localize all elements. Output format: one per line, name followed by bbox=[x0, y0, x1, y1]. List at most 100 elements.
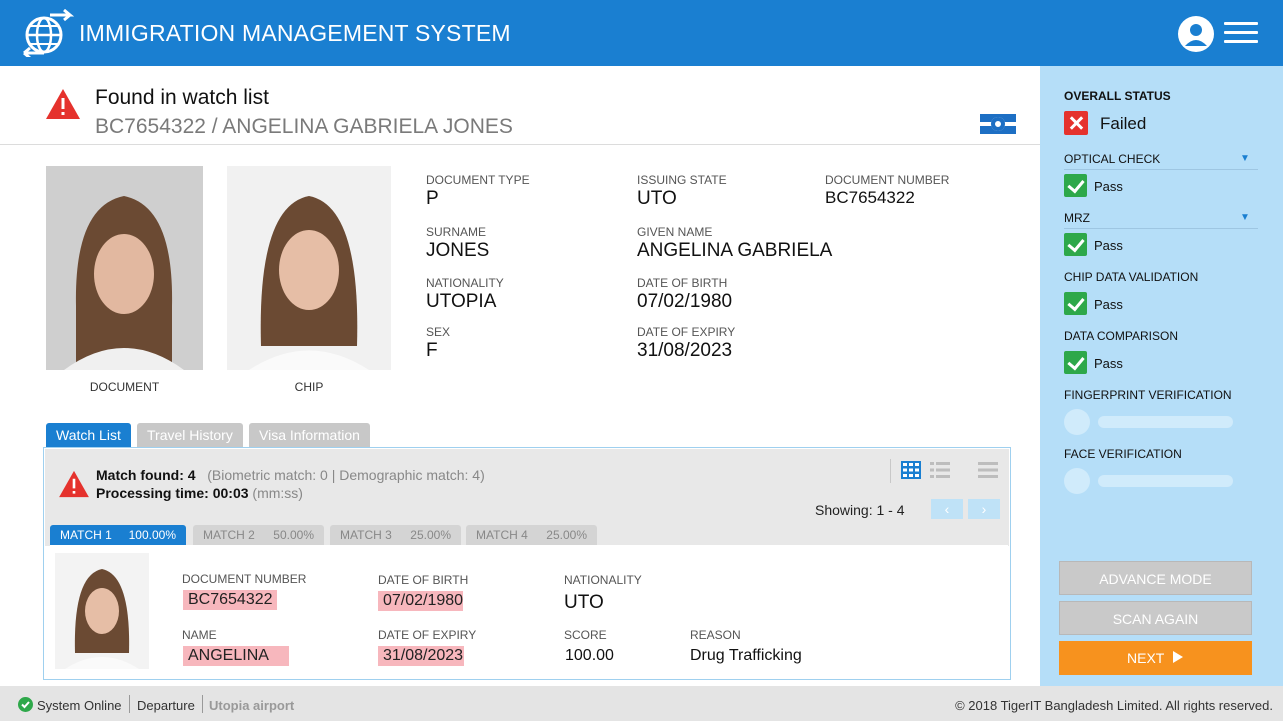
match-doc-number: BC7654322 bbox=[183, 590, 277, 610]
optical-check-pass-icon bbox=[1064, 174, 1087, 197]
match-tab-1-percent: 100.00% bbox=[128, 528, 176, 542]
match-tab-3-percent: 25.00% bbox=[410, 528, 451, 542]
match-breakdown: (Biometric match: 0 | Demographic match:… bbox=[207, 467, 485, 483]
data-comparison-result: Pass bbox=[1094, 356, 1123, 371]
match-tab-1-name: MATCH 1 bbox=[60, 528, 112, 542]
match-dob: 07/02/1980 bbox=[378, 591, 463, 611]
advance-mode-button[interactable]: ADVANCE MODE bbox=[1059, 561, 1252, 595]
mrz-separator bbox=[1064, 228, 1258, 229]
match-score-label: SCORE bbox=[564, 628, 607, 642]
match-reason-label: REASON bbox=[690, 628, 741, 642]
fail-icon bbox=[1064, 111, 1088, 135]
optical-check-label: OPTICAL CHECK bbox=[1064, 152, 1161, 166]
app-header: IMMIGRATION MANAGEMENT SYSTEM bbox=[0, 0, 1283, 66]
alert-title: Found in watch list bbox=[95, 86, 269, 109]
field-label-given-name: GIVEN NAME bbox=[637, 225, 713, 239]
match-warning-icon bbox=[59, 470, 89, 498]
next-page-button[interactable]: › bbox=[968, 499, 1000, 519]
match-found-value: 4 bbox=[187, 467, 196, 483]
field-label-document-type: DOCUMENT TYPE bbox=[426, 173, 530, 187]
scan-again-button[interactable]: SCAN AGAIN bbox=[1059, 601, 1252, 635]
travel-mode: Departure bbox=[137, 698, 195, 713]
chip-photo-label: CHIP bbox=[294, 380, 324, 394]
field-label-nationality: NATIONALITY bbox=[426, 276, 504, 290]
system-status: System Online bbox=[37, 698, 122, 713]
prev-page-button[interactable]: ‹ bbox=[931, 499, 963, 519]
mrz-label: MRZ bbox=[1064, 211, 1090, 225]
processing-label: Processing time: bbox=[96, 485, 209, 501]
next-button[interactable]: NEXT bbox=[1059, 641, 1252, 675]
chip-data-validation-result: Pass bbox=[1094, 297, 1123, 312]
match-tab-3-name: MATCH 3 bbox=[340, 528, 392, 542]
fingerprint-pending-icon bbox=[1064, 409, 1090, 435]
fingerprint-verification-label: FINGERPRINT VERIFICATION bbox=[1064, 388, 1232, 402]
play-icon bbox=[1172, 651, 1183, 663]
field-value-sex: F bbox=[426, 340, 438, 361]
field-label-surname: SURNAME bbox=[426, 225, 487, 239]
hamburger-icon[interactable] bbox=[1224, 22, 1258, 44]
processing-unit: (mm:ss) bbox=[252, 485, 303, 501]
match-tab-1[interactable]: MATCH 1 100.00% bbox=[50, 525, 186, 545]
status-bar: System Online Departure Utopia airport ©… bbox=[0, 686, 1283, 721]
overall-status-value: Failed bbox=[1100, 114, 1147, 133]
field-label-sex: SEX bbox=[426, 325, 451, 339]
location: Utopia airport bbox=[209, 698, 295, 713]
field-value-document-type: P bbox=[426, 188, 439, 209]
online-check-icon bbox=[18, 697, 33, 712]
overall-status-label: OVERALL STATUS bbox=[1064, 89, 1171, 103]
processing-value: 00:03 bbox=[212, 485, 249, 501]
match-tab-4-name: MATCH 4 bbox=[476, 528, 528, 542]
tab-watch-list[interactable]: Watch List bbox=[46, 423, 131, 447]
field-value-document-number: BC7654322 bbox=[825, 188, 915, 207]
compact-view-icon[interactable] bbox=[978, 461, 998, 479]
view-separator bbox=[890, 459, 891, 483]
app-title: IMMIGRATION MANAGEMENT SYSTEM bbox=[79, 20, 511, 46]
next-button-label: NEXT bbox=[1127, 650, 1165, 666]
match-name: ANGELINA bbox=[183, 646, 289, 666]
chip-data-validation-pass-icon bbox=[1064, 292, 1087, 315]
tab-visa-information[interactable]: Visa Information bbox=[249, 423, 370, 447]
footer-separator-2 bbox=[202, 695, 203, 713]
match-doc-number-label: DOCUMENT NUMBER bbox=[182, 572, 307, 586]
optical-check-chevron-down-icon[interactable]: ▼ bbox=[1240, 153, 1250, 164]
grid-view-icon[interactable] bbox=[901, 461, 921, 479]
data-comparison-label: DATA COMPARISON bbox=[1064, 329, 1179, 343]
warning-icon bbox=[46, 89, 80, 119]
mrz-pass-icon bbox=[1064, 233, 1087, 256]
match-reason: Drug Trafficking bbox=[690, 647, 802, 664]
document-photo-label: DOCUMENT bbox=[89, 380, 160, 394]
mrz-result: Pass bbox=[1094, 238, 1123, 253]
field-value-date-of-expiry: 31/08/2023 bbox=[637, 340, 733, 361]
field-value-date-of-birth: 07/02/1980 bbox=[637, 291, 733, 312]
optical-check-separator bbox=[1064, 169, 1258, 170]
globe-arrows-icon bbox=[23, 9, 74, 57]
match-tab-4[interactable]: MATCH 4 25.00% bbox=[466, 525, 597, 545]
match-found-label: Match found: bbox=[96, 467, 184, 483]
field-label-document-number: DOCUMENT NUMBER bbox=[825, 173, 950, 187]
match-tab-3[interactable]: MATCH 3 25.00% bbox=[330, 525, 461, 545]
match-found: Match found: 4 (Biometric match: 0 | Dem… bbox=[96, 467, 485, 483]
alert-subtitle: BC7654322 / ANGELINA GABRIELA JONES bbox=[95, 115, 513, 138]
match-score: 100.00 bbox=[565, 647, 614, 664]
fingerprint-pending-bar bbox=[1098, 416, 1233, 428]
face-pending-bar bbox=[1098, 475, 1233, 487]
match-dob-label: DATE OF BIRTH bbox=[378, 573, 469, 587]
flag-icon bbox=[980, 114, 1016, 134]
tab-travel-history[interactable]: Travel History bbox=[137, 423, 243, 447]
match-tab-2-percent: 50.00% bbox=[273, 528, 314, 542]
user-icon[interactable] bbox=[1178, 16, 1214, 52]
data-comparison-pass-icon bbox=[1064, 351, 1087, 374]
match-photo bbox=[55, 553, 149, 669]
face-pending-icon bbox=[1064, 468, 1090, 494]
match-nationality-label: NATIONALITY bbox=[564, 573, 642, 587]
list-view-icon[interactable] bbox=[930, 461, 950, 479]
chip-photo bbox=[227, 166, 391, 370]
mrz-chevron-down-icon[interactable]: ▼ bbox=[1240, 212, 1250, 223]
match-tab-2[interactable]: MATCH 2 50.00% bbox=[193, 525, 324, 545]
field-label-date-of-expiry: DATE OF EXPIRY bbox=[637, 325, 736, 339]
match-tab-4-percent: 25.00% bbox=[546, 528, 587, 542]
field-value-surname: JONES bbox=[426, 240, 490, 261]
processing-time: Processing time: 00:03 (mm:ss) bbox=[96, 485, 303, 501]
divider bbox=[0, 144, 1040, 145]
document-photo bbox=[46, 166, 203, 370]
